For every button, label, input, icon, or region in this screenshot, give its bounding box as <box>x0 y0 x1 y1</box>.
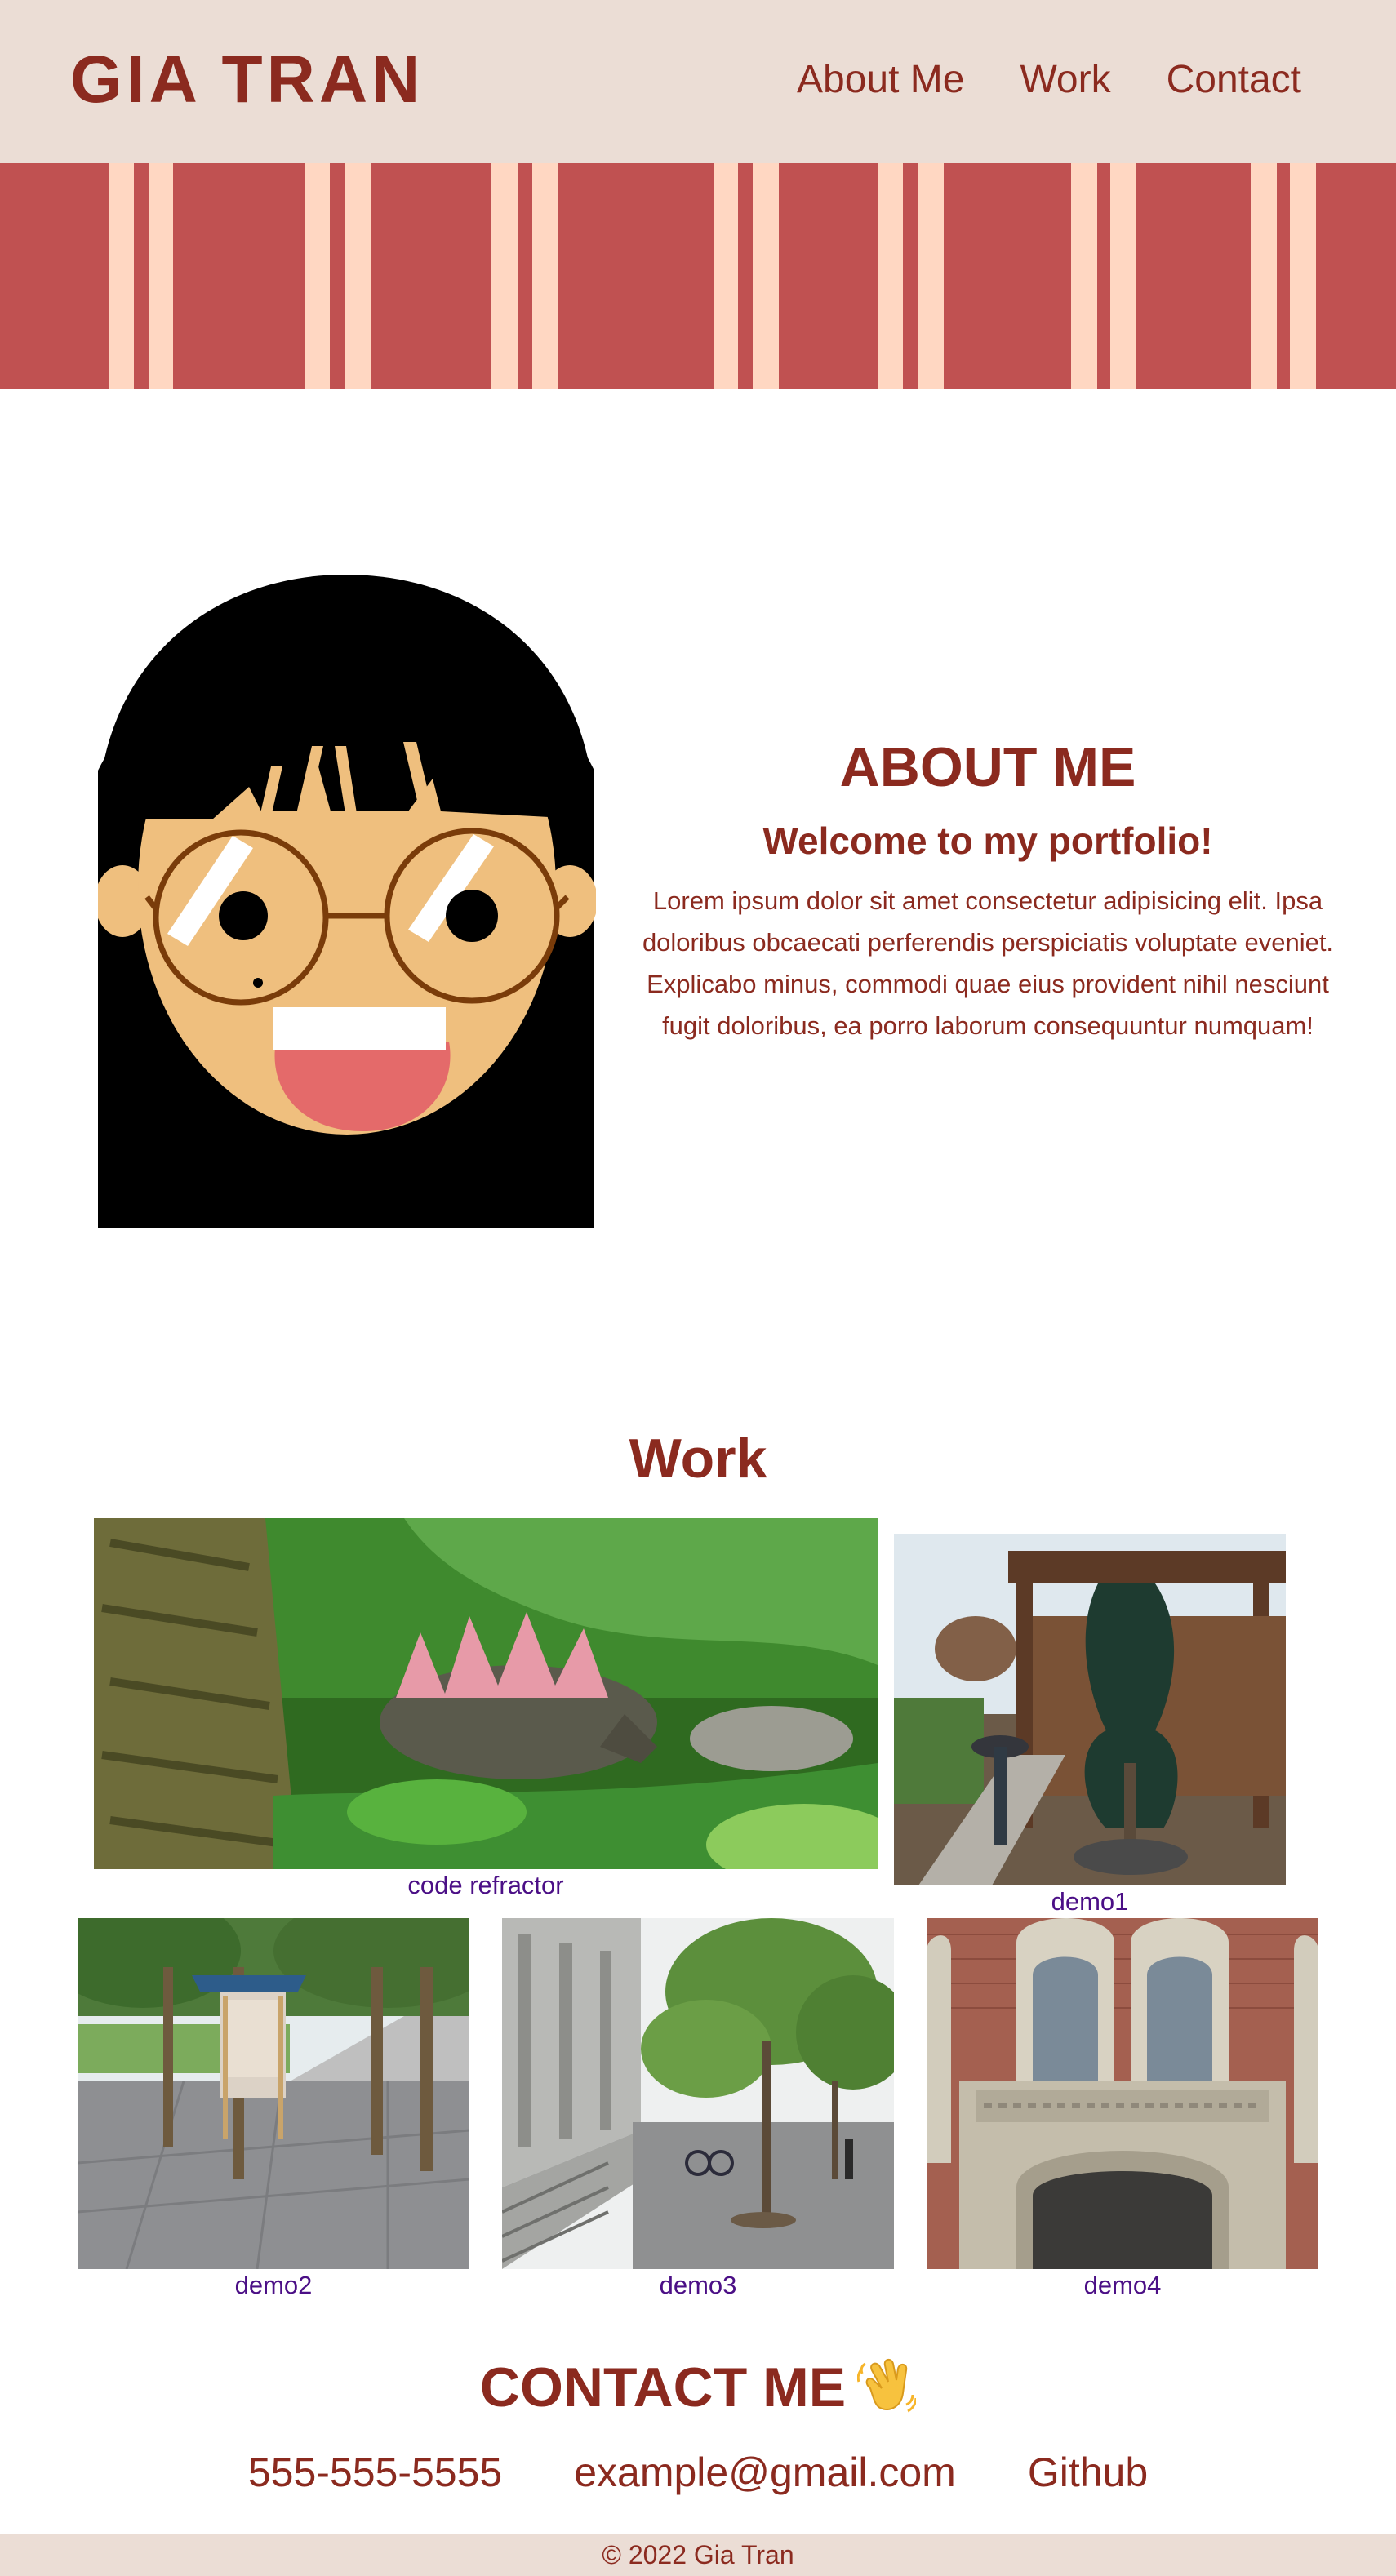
project-card-code-refractor[interactable]: code refractor <box>94 1518 878 1902</box>
waving-hand-icon <box>857 2359 917 2413</box>
nav-contact[interactable]: Contact <box>1167 54 1301 106</box>
work-title: Work <box>629 1428 767 1490</box>
nav-about-me[interactable]: About Me <box>797 54 964 106</box>
project-thumbnail-code-refractor <box>94 1518 878 1869</box>
project-card-demo4[interactable]: demo4 <box>927 1918 1318 2302</box>
avatar-illustration <box>98 575 596 1228</box>
contact-title: CONTACT ME <box>0 2351 1396 2424</box>
contact-links: 555-555-5555 example@gmail.com Github <box>0 2445 1396 2499</box>
about-title: ABOUT ME <box>839 736 1136 798</box>
site-footer: © 2022 Gia Tran <box>0 2534 1396 2576</box>
striped-banner <box>0 163 1396 389</box>
main-nav: About Me Work Contact <box>741 54 1301 106</box>
contact-phone-link[interactable]: 555-555-5555 <box>248 2445 502 2499</box>
site-brand[interactable]: GIA TRAN <box>70 39 424 121</box>
contact-title-text: CONTACT ME <box>479 2356 847 2418</box>
about-subtitle: Welcome to my portfolio! <box>762 819 1213 862</box>
project-thumbnail-demo1 <box>894 1534 1286 1885</box>
project-card-demo2[interactable]: demo2 <box>78 1918 469 2302</box>
project-thumbnail-demo3 <box>502 1918 894 2269</box>
project-caption[interactable]: demo3 <box>502 2269 894 2302</box>
project-card-demo1[interactable]: demo1 <box>894 1534 1286 1918</box>
footer-copyright: © 2022 Gia Tran <box>602 2540 794 2569</box>
site-header: GIA TRAN About Me Work Contact <box>0 0 1396 163</box>
project-caption[interactable]: demo2 <box>78 2269 469 2302</box>
nav-work[interactable]: Work <box>1020 54 1110 106</box>
contact-email-link[interactable]: example@gmail.com <box>574 2445 956 2499</box>
project-caption[interactable]: demo1 <box>894 1885 1286 1918</box>
project-caption[interactable]: code refractor <box>94 1869 878 1902</box>
project-thumbnail-demo2 <box>78 1918 469 2269</box>
project-caption[interactable]: demo4 <box>927 2269 1318 2302</box>
about-section: ABOUT ME Welcome to my portfolio! Lorem … <box>620 735 1355 1046</box>
contact-github-link[interactable]: Github <box>1028 2445 1148 2499</box>
project-thumbnail-demo4 <box>927 1918 1318 2269</box>
project-card-demo3[interactable]: demo3 <box>502 1918 894 2302</box>
about-text: Lorem ipsum dolor sit amet consectetur a… <box>642 886 1334 1040</box>
